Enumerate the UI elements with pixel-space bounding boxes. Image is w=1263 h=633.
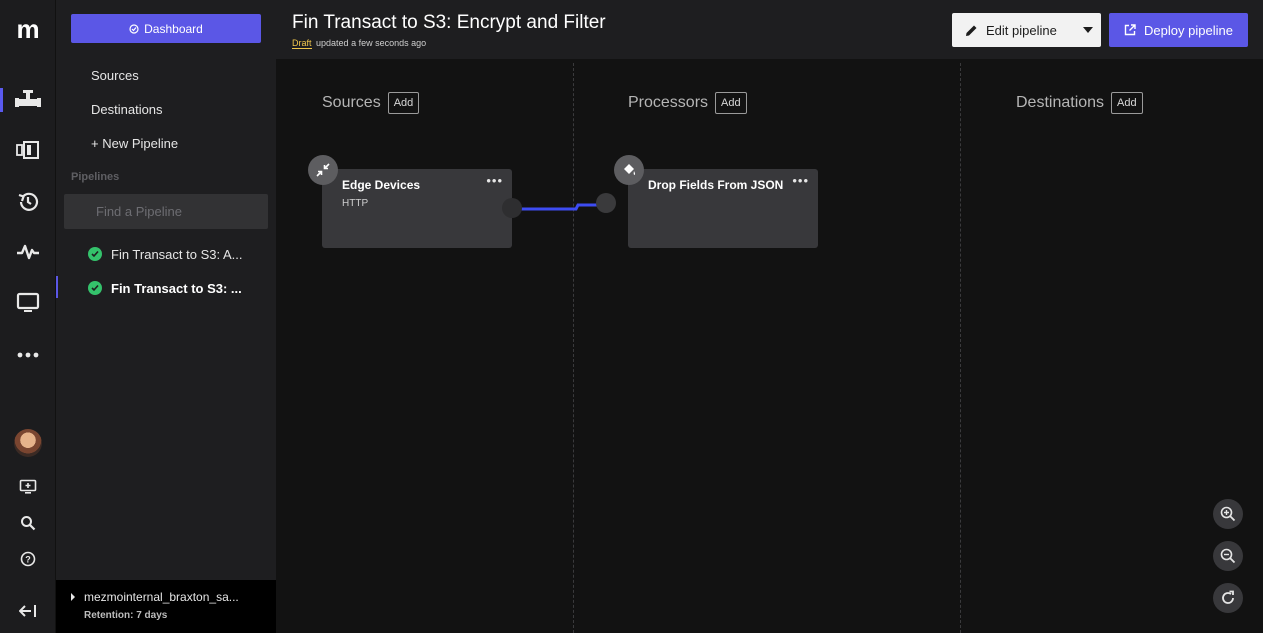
compress-icon <box>308 155 338 185</box>
dashboard-label: Dashboard <box>144 21 203 36</box>
add-screen-icon[interactable] <box>14 473 42 501</box>
account-switcher[interactable]: mezmointernal_braxton_sa... Retention: 7… <box>56 580 276 633</box>
caret-right-icon <box>71 593 75 601</box>
status-line: Draft updated a few seconds ago <box>292 38 427 49</box>
zoom-out-icon <box>1220 548 1236 564</box>
updated-text: updated a few seconds ago <box>316 38 427 48</box>
chevron-down-icon <box>1082 27 1093 33</box>
node-title: Drop Fields From JSON <box>648 178 784 192</box>
find-pipeline-input[interactable]: Find a Pipeline <box>64 194 268 229</box>
node-menu-button[interactable]: ••• <box>486 173 503 188</box>
pipeline-name: Fin Transact to S3: A... <box>111 246 243 262</box>
node-title: Edge Devices <box>342 178 421 192</box>
column-title: Processors <box>628 94 709 111</box>
page-header: Fin Transact to S3: Encrypt and Filter D… <box>276 0 1263 59</box>
edit-pipeline-button[interactable]: Edit pipeline <box>952 13 1101 47</box>
new-pipeline-link[interactable]: + New Pipeline <box>91 136 178 151</box>
pipeline-list-item[interactable]: Fin Transact to S3: A... <box>56 240 276 268</box>
icon-rail: m ? <box>0 0 56 633</box>
edit-pipeline-label: Edit pipeline <box>986 22 1057 38</box>
pipelines-heading: Pipelines <box>71 171 120 183</box>
source-node[interactable]: Edge Devices HTTP ••• <box>322 169 512 248</box>
pencil-icon <box>966 25 977 36</box>
zoom-in-button[interactable] <box>1213 499 1243 529</box>
add-source-button[interactable]: Add <box>387 92 420 114</box>
rail-active-indicator <box>0 88 3 112</box>
column-title: Destinations <box>1016 94 1105 111</box>
deploy-pipeline-label: Deploy pipeline <box>1144 22 1233 38</box>
columns-icon[interactable] <box>14 136 42 164</box>
edit-dropdown-toggle[interactable] <box>1074 27 1101 33</box>
destinations-column-header: Destinations Add <box>1016 92 1143 114</box>
monitor-icon[interactable] <box>14 289 42 317</box>
success-check-icon <box>88 247 102 261</box>
source-output-port[interactable] <box>502 198 522 218</box>
more-icon[interactable] <box>14 341 42 369</box>
processor-node[interactable]: Drop Fields From JSON ••• <box>628 169 818 248</box>
external-link-icon <box>1124 24 1136 36</box>
dashboard-icon <box>129 23 139 34</box>
reset-icon <box>1222 590 1234 604</box>
pipeline-list-item-active[interactable]: Fin Transact to S3: ... <box>56 274 276 302</box>
column-divider <box>573 63 574 633</box>
pipeline-canvas[interactable]: Sources Add Processors Add Destinations … <box>276 59 1263 633</box>
add-destination-button[interactable]: Add <box>1111 92 1143 114</box>
history-icon[interactable] <box>14 188 42 216</box>
avatar[interactable] <box>14 429 42 457</box>
pipeline-icon[interactable] <box>14 86 42 114</box>
dashboard-button[interactable]: Dashboard <box>71 14 261 43</box>
help-icon[interactable]: ? <box>14 545 42 573</box>
sources-column-header: Sources Add <box>322 92 420 114</box>
deploy-pipeline-button[interactable]: Deploy pipeline <box>1109 13 1248 47</box>
column-title: Sources <box>322 94 381 111</box>
mezmo-logo[interactable]: m <box>12 14 44 44</box>
paint-bucket-icon <box>614 155 644 185</box>
node-menu-button[interactable]: ••• <box>792 173 809 188</box>
collapse-icon[interactable] <box>14 597 42 625</box>
zoom-in-icon <box>1220 506 1236 522</box>
zoom-out-button[interactable] <box>1213 541 1243 571</box>
node-subtitle: HTTP <box>342 198 369 209</box>
pulse-icon[interactable] <box>14 238 42 266</box>
sidebar: Dashboard Sources Destinations + New Pip… <box>56 0 276 633</box>
search-icon[interactable] <box>14 509 42 537</box>
retention-label: Retention: 7 days <box>84 610 168 621</box>
draft-badge: Draft <box>292 38 312 49</box>
success-check-icon <box>88 281 102 295</box>
svg-text:?: ? <box>25 555 31 565</box>
sidebar-item-sources[interactable]: Sources <box>91 68 139 83</box>
column-divider <box>960 63 961 633</box>
reset-view-button[interactable] <box>1213 583 1243 613</box>
page-title: Fin Transact to S3: Encrypt and Filter <box>292 12 606 33</box>
account-name: mezmointernal_braxton_sa... <box>84 590 239 604</box>
pipeline-name: Fin Transact to S3: ... <box>111 280 242 296</box>
sidebar-item-destinations[interactable]: Destinations <box>91 102 163 117</box>
processor-input-port[interactable] <box>596 193 616 213</box>
add-processor-button[interactable]: Add <box>715 92 747 114</box>
processors-column-header: Processors Add <box>628 92 747 114</box>
